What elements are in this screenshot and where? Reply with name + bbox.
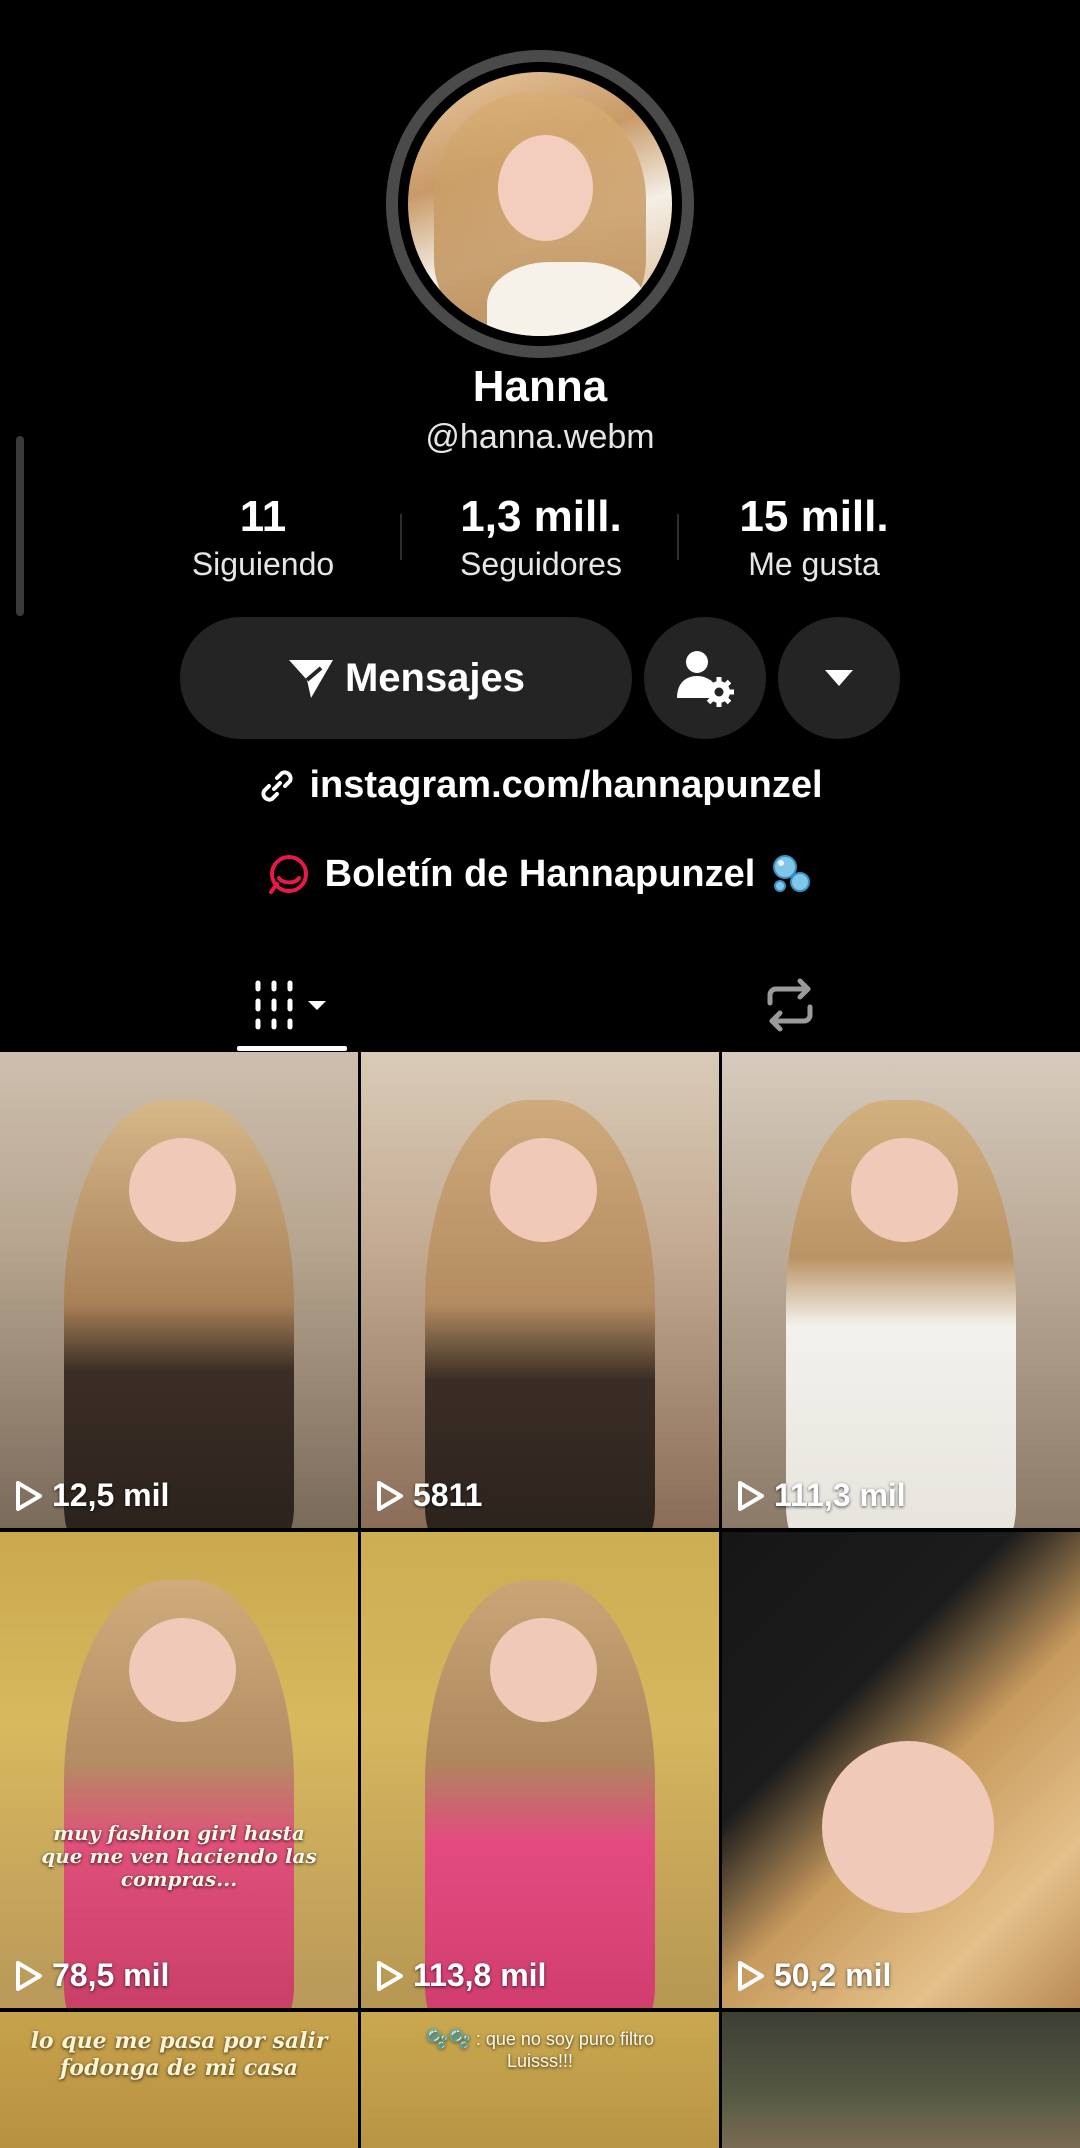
view-count-text: 111,3 mil: [774, 1477, 906, 1513]
profile-name: Hanna: [472, 362, 608, 411]
stat-divider: [677, 514, 679, 560]
play-icon: [738, 1480, 764, 1511]
stat-likes-label: Me gusta: [748, 546, 880, 582]
tab-reposts[interactable]: [735, 960, 845, 1050]
paper-plane-icon: [288, 660, 333, 698]
bubbles-emoji-icon: [773, 855, 811, 892]
video-caption: lo que me pasa por salir fodonga de mi c…: [30, 2028, 328, 2081]
video-caption: 🫧🫧 : que no soy puro filtro Luisss!!!: [426, 2029, 654, 2071]
video-tile[interactable]: 🫧🫧 : que no soy puro filtro Luisss!!!: [361, 2012, 719, 2148]
newsletter-link[interactable]: Boletín de Hannapunzel: [0, 852, 1080, 896]
link-icon: [261, 769, 293, 802]
repost-icon: [767, 978, 813, 1032]
stat-divider: [400, 514, 402, 560]
avatar-face: [497, 135, 593, 241]
video-tile[interactable]: 12,5 mil: [0, 1052, 358, 1528]
thumbnail-face: [489, 1137, 598, 1243]
stat-likes-value: 15 mill.: [739, 492, 889, 541]
more-dropdown-button[interactable]: [778, 617, 900, 739]
video-tile[interactable]: [722, 2012, 1080, 2148]
triangle-down-icon: [825, 670, 853, 686]
active-tab-indicator: [237, 1046, 347, 1051]
stat-followers[interactable]: 1,3 mill. Seguidores: [421, 492, 661, 583]
video-tile[interactable]: 50,2 mil: [722, 1532, 1080, 2008]
stat-following-label: Siguiendo: [191, 546, 335, 582]
view-count-text: 50,2 mil: [774, 1957, 892, 1993]
video-tile[interactable]: 111,3 mil: [722, 1052, 1080, 1528]
view-count-text: 113,8 mil: [413, 1957, 547, 1993]
stat-followers-label: Seguidores: [460, 546, 622, 582]
play-icon: [738, 1960, 764, 1991]
thumbnail-face: [822, 1741, 995, 1913]
view-count: 12,5 mil: [14, 1477, 169, 1514]
video-tile[interactable]: 113,8 mil: [361, 1532, 719, 2008]
bio-link[interactable]: instagram.com/hannapunzel: [0, 764, 1080, 807]
grid-columns-icon: [255, 980, 326, 1030]
view-count: 113,8 mil: [375, 1957, 546, 1994]
play-icon: [16, 1480, 42, 1511]
thumbnail-face: [128, 1137, 237, 1243]
profile-avatar[interactable]: [386, 50, 694, 358]
user-gear-icon: [677, 651, 734, 707]
stat-following-value: 11: [239, 492, 287, 541]
play-icon: [377, 1480, 403, 1511]
profile-stats: 11 Siguiendo 1,3 mill. Seguidores 15 mil…: [0, 492, 1080, 592]
newsletter-icon: [268, 855, 308, 894]
avatar-shirt: [487, 262, 646, 336]
view-count-text: 5811: [413, 1477, 483, 1513]
play-icon: [16, 1960, 42, 1991]
view-count: 111,3 mil: [736, 1477, 906, 1514]
bio-link-text: instagram.com/hannapunzel: [309, 764, 823, 806]
content-tabs: [0, 960, 1080, 1050]
view-count: 50,2 mil: [736, 1957, 891, 1994]
stat-followers-value: 1,3 mill.: [460, 492, 622, 541]
profile-handle: @hanna.webm: [425, 418, 655, 456]
tab-videos[interactable]: [237, 960, 347, 1050]
play-icon: [377, 1960, 403, 1991]
messages-button[interactable]: Mensajes: [180, 617, 632, 739]
video-thumbnail: [722, 2012, 1080, 2148]
video-tile[interactable]: 5811: [361, 1052, 719, 1528]
video-tile[interactable]: lo que me pasa por salir fodonga de mi c…: [0, 2012, 358, 2148]
messages-button-label: Mensajes: [344, 655, 526, 700]
thumbnail-face: [850, 1137, 959, 1243]
stat-likes[interactable]: 15 mill. Me gusta: [694, 492, 934, 583]
view-count-text: 78,5 mil: [52, 1957, 170, 1993]
view-count: 78,5 mil: [14, 1957, 169, 1994]
follow-settings-button[interactable]: [644, 617, 766, 739]
video-tile[interactable]: muy fashion girl hasta que me ven hacien…: [0, 1532, 358, 2008]
thumbnail-face: [489, 1617, 598, 1723]
avatar-border: [398, 62, 682, 346]
thumbnail-face: [128, 1617, 237, 1723]
view-count: 5811: [375, 1477, 482, 1514]
video-caption: muy fashion girl hasta que me ven hacien…: [41, 1821, 317, 1891]
avatar-image: [408, 72, 672, 336]
stat-following[interactable]: 11 Siguiendo: [143, 492, 383, 583]
view-count-text: 12,5 mil: [52, 1477, 170, 1513]
newsletter-text: Boletín de Hannapunzel: [324, 852, 756, 895]
